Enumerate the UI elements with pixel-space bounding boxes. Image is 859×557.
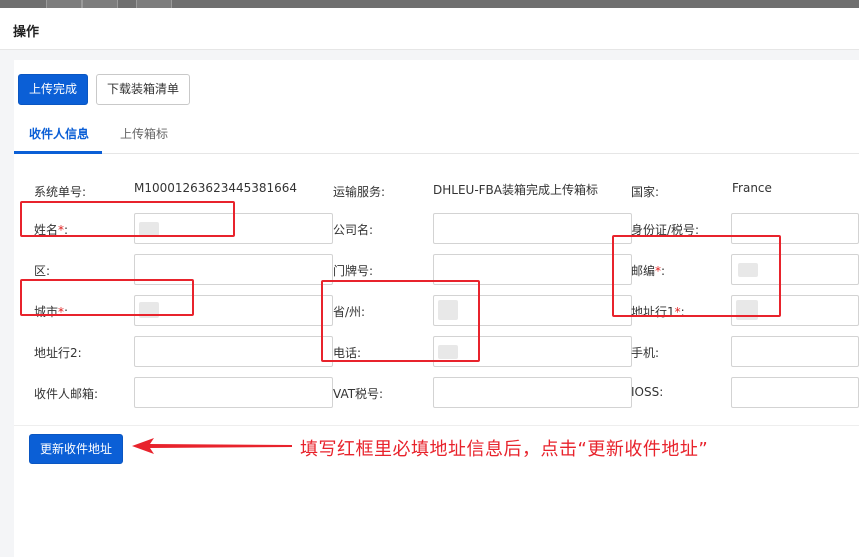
upload-done-button[interactable]: 上传完成 [18,74,88,105]
highlight-box-city [20,279,194,316]
mobile-input[interactable] [731,336,859,367]
country-label: 国家: [631,185,660,199]
system-no-value: M1000126362344538166​4 [134,181,298,195]
vat-label: VAT税号: [333,387,384,401]
ioss-input[interactable] [731,377,859,408]
door-no-label: 门牌号: [333,264,374,278]
form-divider [14,425,859,426]
operation-dialog: 操作 上传完成 下载装箱清单 收件人信息 上传箱标 系统单号: M1000126… [0,8,859,557]
dialog-title: 操作 [13,25,40,40]
active-tab-indicator [14,151,102,154]
address2-input[interactable] [134,336,333,367]
company-input[interactable] [433,213,632,244]
address2-label: 地址行2: [34,346,82,360]
update-address-button[interactable]: 更新收件地址 [29,434,123,464]
arrow-left-icon [132,438,292,454]
highlight-box-name [20,201,235,237]
tab-bar: 收件人信息 上传箱标 [14,110,859,154]
company-label: 公司名: [333,223,374,237]
tab-recipient-info[interactable]: 收件人信息 [29,125,89,142]
ioss-label: IOSS: [631,385,664,399]
dialog-header: 操作 [0,8,859,50]
shipping-service-label: 运输服务: [333,185,386,199]
shipping-service-value: DHLEU-FBA装箱完成上传箱标 [433,183,598,197]
mobile-label: 手机: [631,346,660,360]
download-packing-list-button[interactable]: 下载装箱清单 [96,74,190,105]
highlight-box-province-phone [321,280,480,362]
district-label: 区: [34,264,51,278]
email-label: 收件人邮箱: [34,387,99,401]
annotation-text: 填写红框里必填地址信息后，点击“更新收件地址” [300,439,709,460]
tab-upload-box-label[interactable]: 上传箱标 [120,125,168,142]
system-no-label: 系统单号: [34,185,87,199]
highlight-box-postcode-address [612,235,781,317]
country-value: France [732,181,772,195]
email-input[interactable] [134,377,333,408]
vat-input[interactable] [433,377,632,408]
